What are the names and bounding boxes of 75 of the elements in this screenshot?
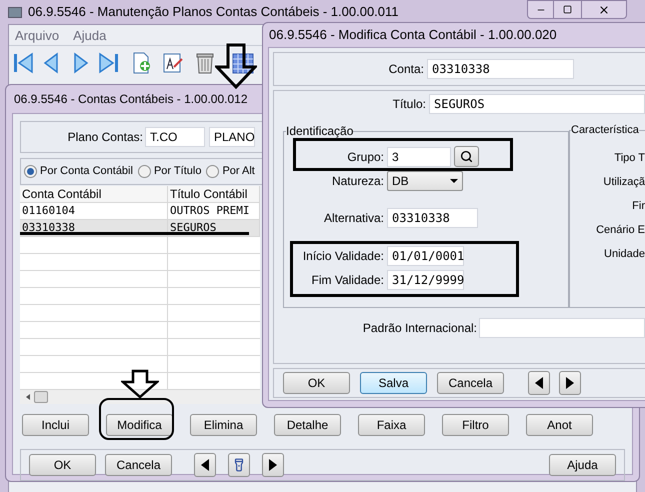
- column-header[interactable]: Conta Contábil: [20, 186, 168, 202]
- field-label: Natureza:: [330, 173, 384, 190]
- right-triangle-icon: [269, 459, 277, 471]
- flashlight-button[interactable]: [228, 453, 250, 477]
- sort-radio[interactable]: Por Título: [138, 163, 202, 180]
- text-field[interactable]: 03310338: [387, 208, 478, 228]
- left-triangle-icon: [535, 377, 543, 389]
- next-button[interactable]: [262, 453, 284, 477]
- action-button[interactable]: Modifica: [106, 414, 173, 436]
- scroll-left-icon[interactable]: [26, 394, 30, 400]
- action-button[interactable]: Detalhe: [274, 414, 341, 436]
- close-icon: [598, 4, 610, 16]
- app-icon: [8, 6, 22, 18]
- dropdown-caret-icon: [450, 179, 458, 183]
- table-cell: 01160104: [20, 203, 168, 219]
- footer-button[interactable]: OK: [29, 454, 96, 476]
- window-title: 06.9.5546 - Contas Contábeis - 1.00.00.012: [14, 91, 248, 108]
- field-label: Título:: [392, 96, 426, 113]
- text-field[interactable]: 01/01/0001: [387, 246, 464, 266]
- search-button[interactable]: [454, 146, 479, 167]
- field-label: Alternativa:: [322, 210, 384, 227]
- menu-item[interactable]: Arquivo: [15, 26, 60, 46]
- field-label: Início Validade:: [302, 248, 384, 265]
- field-label: Grupo:: [346, 148, 384, 166]
- field-label: Conta:: [388, 61, 424, 78]
- text-field[interactable]: 31/12/9999: [387, 270, 464, 290]
- right-triangle-icon: [566, 377, 574, 389]
- flashlight-icon: [232, 458, 246, 472]
- close-button[interactable]: [581, 0, 627, 19]
- maximize-icon: [563, 5, 572, 14]
- previous-button[interactable]: [194, 453, 216, 477]
- sort-radio[interactable]: Por Conta Contábil: [24, 163, 133, 180]
- field-label: Cenário E: [596, 222, 645, 238]
- action-button[interactable]: Filtro: [442, 414, 509, 436]
- field-label: Utilizaçã: [603, 174, 645, 190]
- group-title: Característica: [571, 123, 639, 138]
- help-button[interactable]: Ajuda: [549, 454, 616, 476]
- action-button[interactable]: Elimina: [190, 414, 257, 436]
- text-field[interactable]: [479, 318, 645, 338]
- text-field[interactable]: 3: [387, 146, 451, 166]
- field-label: Unidade: [604, 246, 645, 262]
- dropdown[interactable]: DB: [387, 171, 463, 191]
- table-cell: OUTROS PREMI: [168, 203, 260, 219]
- maximize-button[interactable]: [554, 0, 581, 19]
- column-header[interactable]: Título Contábil: [168, 186, 260, 202]
- down-arrow-drawing: [215, 43, 257, 89]
- left-triangle-icon: [201, 459, 209, 471]
- action-button[interactable]: Anot: [526, 414, 593, 436]
- menu-item[interactable]: Ajuda: [73, 26, 106, 46]
- scroll-thumb[interactable]: [34, 391, 48, 403]
- table-row[interactable]: 01160104 OUTROS PREMI: [20, 203, 260, 220]
- field-label: Fir: [632, 198, 645, 214]
- horizontal-scrollbar[interactable]: [20, 390, 260, 404]
- search-icon: [460, 150, 473, 163]
- window-title: 06.9.5546 - Manutenção Planos Contas Contábeis - 1.00.00.011: [28, 3, 399, 22]
- footer-button[interactable]: Cancela: [105, 454, 172, 476]
- window-title: 06.9.5546 - Modifica Conta Contábil - 1.00.00.020: [269, 26, 557, 44]
- down-arrow-drawing: [121, 369, 159, 399]
- dialog-button[interactable]: Cancela: [437, 372, 504, 394]
- action-button[interactable]: Faixa: [358, 414, 425, 436]
- field-label: Plano Contas:: [66, 129, 143, 146]
- sort-radio[interactable]: Por Alt: [206, 163, 255, 180]
- text-field[interactable]: 03310338: [427, 59, 574, 79]
- action-button[interactable]: Inclui: [22, 414, 89, 436]
- previous-button[interactable]: [528, 371, 550, 395]
- field-label: Padrão Internacional:: [362, 320, 477, 337]
- text-field[interactable]: T.CO: [145, 127, 205, 147]
- field-label: Tipo T: [614, 150, 645, 166]
- group-title: Identificação: [286, 123, 354, 140]
- text-field[interactable]: SEGUROS: [429, 94, 645, 114]
- text-field[interactable]: PLANO: [209, 127, 255, 147]
- next-button[interactable]: [559, 371, 581, 395]
- dialog-button[interactable]: OK: [283, 372, 350, 394]
- field-label: Fim Validade:: [310, 272, 384, 289]
- dialog-button[interactable]: Salva: [360, 372, 427, 394]
